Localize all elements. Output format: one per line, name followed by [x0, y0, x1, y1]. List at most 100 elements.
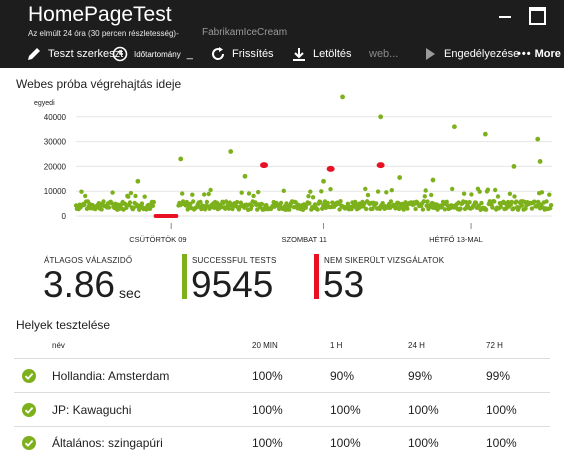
download-icon: [289, 44, 309, 64]
baseline-point: [208, 187, 213, 193]
baseline-point: [79, 189, 84, 194]
more-label: More: [534, 48, 561, 60]
x-axis-ticks: CSÜTÖRTÖK 09 SZOMBAT 11 HÉTFŐ 13-MAL: [129, 223, 483, 244]
time-range-button[interactable]: Időtartomány _: [110, 40, 193, 68]
baseline-point: [422, 194, 427, 199]
time-range-subtitle: Az elmúlt 24 óra (30 percen részletesség…: [28, 29, 179, 38]
web-label: web...: [369, 48, 399, 60]
baseline-point: [389, 188, 394, 193]
value-24h: 99%: [408, 369, 433, 383]
refresh-label: Frissítés: [232, 48, 274, 60]
outlier-point: [452, 124, 457, 130]
outlier-point: [135, 178, 141, 184]
successful-tests-value: 9545: [191, 264, 274, 305]
location-name: Hollandia: Amsterdam: [52, 369, 170, 383]
baseline-point: [191, 199, 196, 204]
column-header-72h: 72 H: [486, 341, 503, 350]
baseline-point: [512, 194, 517, 199]
table-row[interactable]: JP: Kawaguchi 100% 100% 100% 100%: [0, 394, 564, 426]
outlier-point: [537, 159, 543, 164]
availability-chart[interactable]: egyedi 0 10000 20000 30000 40000 CSÜTÖRTÖK 0…: [0, 90, 564, 248]
baseline-point: [142, 194, 147, 199]
more-dots-icon: •••: [517, 48, 532, 60]
y-tick-label: 0: [62, 212, 67, 221]
clock-icon: [110, 44, 130, 64]
outlier-point: [178, 156, 184, 162]
baseline-point: [450, 186, 455, 192]
baseline-point: [374, 201, 379, 206]
value-1h: 90%: [330, 369, 355, 383]
minimize-icon[interactable]: [496, 6, 514, 22]
value-72h: 100%: [486, 403, 517, 417]
value-20min: 100%: [252, 436, 283, 450]
resource-name: FabrikamIceCream: [202, 27, 288, 38]
maximize-icon[interactable]: [527, 6, 546, 25]
baseline-point: [363, 186, 368, 192]
baseline-point: [509, 199, 514, 205]
outlier-point: [228, 149, 234, 154]
baseline-point: [190, 192, 195, 197]
edit-test-button[interactable]: Teszt szerkeszt: [24, 40, 123, 68]
baseline-point: [123, 201, 128, 207]
baseline-point: [384, 190, 389, 195]
value-20min: 100%: [252, 369, 283, 383]
header-divider: [14, 358, 550, 359]
refresh-button[interactable]: Frissítés: [208, 40, 274, 68]
column-header-1h: 1 H: [330, 341, 343, 350]
outlier-point: [242, 173, 248, 179]
baseline-point: [234, 199, 240, 205]
y-tick-label: 40000: [44, 113, 67, 122]
failed-indicator-bar: [314, 254, 319, 299]
download-label: Letöltés: [313, 48, 352, 60]
data-points: [135, 94, 543, 184]
web-button[interactable]: web...: [369, 40, 398, 68]
baseline-point: [539, 190, 545, 195]
baseline-point: [365, 192, 371, 198]
download-button[interactable]: Letöltés: [289, 40, 352, 68]
baseline-point: [180, 191, 185, 196]
outlier-point: [340, 94, 345, 100]
avg-response-unit: sec: [119, 285, 141, 301]
check-icon: [22, 369, 36, 383]
baseline-point: [106, 205, 112, 210]
failure-point: [260, 162, 269, 169]
outage-segment: [153, 214, 179, 218]
page-title: HomePageTest: [28, 3, 172, 26]
baseline-point: [126, 194, 131, 199]
check-icon: [22, 403, 36, 417]
baseline-point: [281, 188, 286, 193]
value-24h: 100%: [408, 436, 439, 450]
table-row[interactable]: Hollandia: Amsterdam 100% 90% 99% 99%: [0, 360, 564, 392]
baseline-point: [477, 189, 482, 194]
outlier-point: [511, 164, 517, 169]
baseline-point: [278, 200, 284, 206]
baseline-point: [308, 189, 313, 194]
outlier-point: [535, 136, 541, 142]
baseline-point: [127, 200, 133, 205]
x-tick-label: CSÜTÖRTÖK 09: [129, 235, 186, 244]
failure-point: [376, 162, 385, 169]
y-tick-label: 30000: [44, 138, 67, 147]
chart-title: Webes próba végrehajtás ideje: [16, 77, 182, 91]
blade-header: HomePageTest Az elmúlt 24 óra (30 percen…: [0, 0, 564, 68]
baseline-point: [548, 203, 554, 208]
outlier-point: [378, 114, 384, 120]
value-72h: 100%: [486, 436, 517, 450]
baseline-point: [328, 187, 333, 192]
baseline-point: [83, 193, 88, 199]
baseline-point: [249, 203, 254, 209]
enable-button[interactable]: Engedélyezése: [420, 40, 519, 68]
y-unit-label: egyedi: [34, 100, 55, 107]
baseline-point: [544, 199, 549, 204]
location-name: Általános: szingapúri: [52, 436, 163, 450]
location-name: JP: Kawaguchi: [52, 403, 132, 417]
baseline-point: [204, 199, 210, 205]
y-tick-label: 10000: [44, 187, 67, 196]
baseline-point: [479, 200, 484, 206]
baseline-point: [420, 207, 426, 212]
value-72h: 99%: [486, 369, 511, 383]
table-row[interactable]: Általános: szingapúri 100% 100% 100% 100…: [0, 428, 564, 458]
value-24h: 100%: [408, 403, 439, 417]
more-button[interactable]: ••• More: [517, 40, 561, 68]
play-icon: [420, 44, 440, 64]
